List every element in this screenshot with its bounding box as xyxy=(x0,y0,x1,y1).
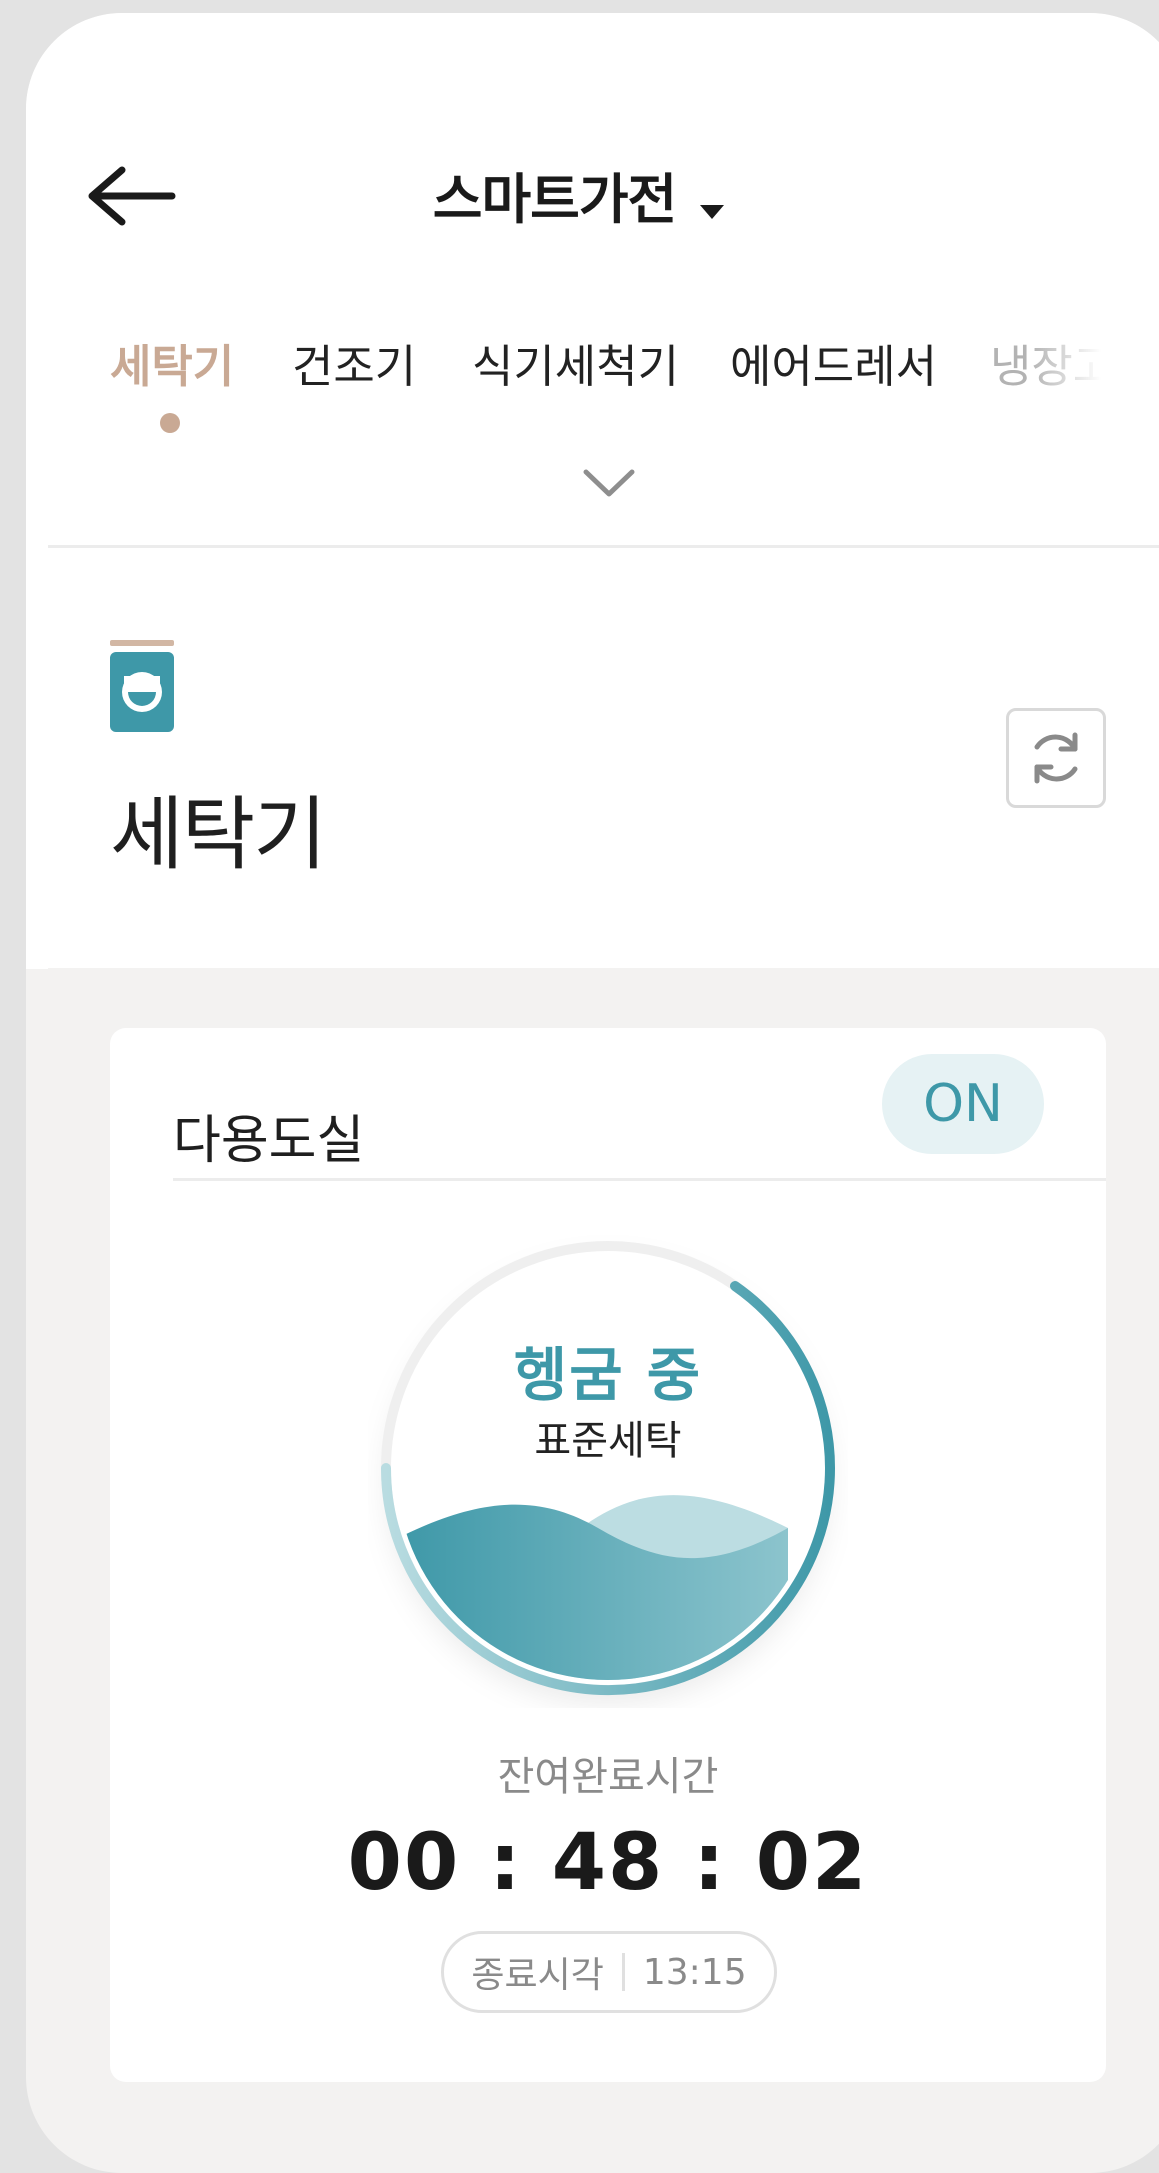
washer-status-card: 다용도실 ON 헹굼 중 표준세탁 잔여완료시간 00 : 48 : 02 종료… xyxy=(110,1028,1106,2082)
caret-down-icon xyxy=(698,172,726,235)
divider xyxy=(48,545,1159,548)
end-time-badge: 종료시각 13:15 xyxy=(441,1931,777,2013)
water-wave xyxy=(398,1495,788,1680)
refresh-button[interactable] xyxy=(1006,708,1106,808)
tabs-fade xyxy=(1030,325,1159,415)
expand-tabs-button[interactable] xyxy=(582,466,636,500)
washing-machine-icon xyxy=(110,640,174,732)
tab-airdresser[interactable]: 에어드레서 xyxy=(730,330,937,395)
end-time-value: 13:15 xyxy=(642,1951,747,1993)
card-divider xyxy=(173,1178,1106,1181)
header-title-dropdown[interactable]: 스마트가전 xyxy=(0,155,1159,235)
remaining-time: 00 : 48 : 02 xyxy=(347,1818,869,1908)
room-label: 다용도실 xyxy=(173,1111,365,1171)
cycle-status: 헹굼 중 xyxy=(513,1341,703,1409)
remaining-time-label: 잔여완료시간 xyxy=(497,1754,719,1800)
device-title: 세탁기 xyxy=(110,788,327,881)
category-tabs: 세탁기 건조기 식기세척기 에어드레서 냉장고 xyxy=(0,330,1159,410)
separator xyxy=(621,1953,625,1991)
active-tab-indicator xyxy=(160,413,180,433)
wash-course: 표준세탁 xyxy=(534,1418,682,1464)
tab-dryer[interactable]: 건조기 xyxy=(292,330,416,395)
tab-dishwasher[interactable]: 식기세척기 xyxy=(472,330,679,395)
power-toggle[interactable]: ON xyxy=(882,1054,1044,1154)
tab-washer[interactable]: 세탁기 xyxy=(110,330,234,395)
page-title: 스마트가전 xyxy=(432,168,677,231)
chevron-down-icon xyxy=(583,469,635,497)
end-time-label: 종료시각 xyxy=(471,1955,604,1996)
refresh-icon xyxy=(1034,732,1078,784)
progress-gauge xyxy=(381,1241,835,1696)
